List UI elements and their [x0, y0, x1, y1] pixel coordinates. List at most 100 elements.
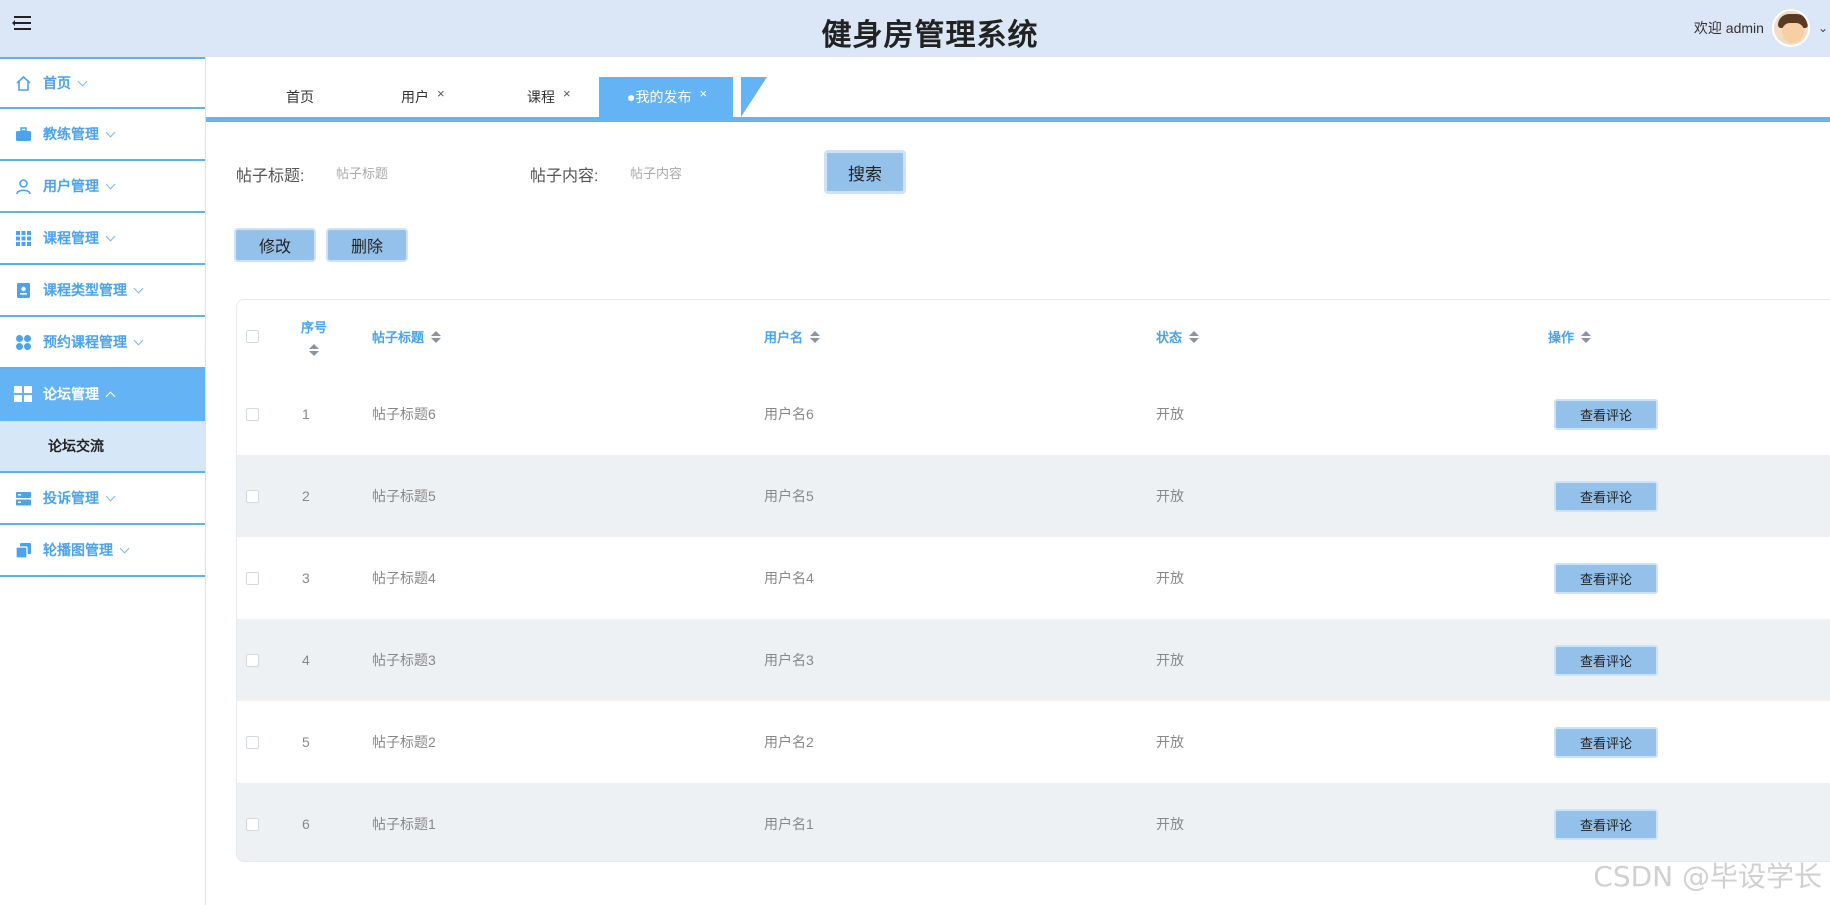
- flower-icon: [14, 333, 32, 351]
- column-header-username[interactable]: 用户名: [764, 300, 821, 373]
- row-checkbox[interactable]: [246, 537, 259, 619]
- cell-title: 帖子标题6: [372, 406, 436, 422]
- cell-username: 用户名5: [764, 488, 814, 504]
- tab-courses[interactable]: 课程 ×: [527, 77, 571, 117]
- sort-icon[interactable]: [1581, 330, 1592, 343]
- cell-title: 帖子标题5: [372, 488, 436, 504]
- cell-title: 帖子标题3: [372, 652, 436, 668]
- row-checkbox[interactable]: [246, 701, 259, 783]
- user-menu[interactable]: 欢迎 admin ⌄: [1694, 8, 1830, 48]
- edit-button[interactable]: 修改: [234, 228, 316, 262]
- tab-home[interactable]: 首页: [286, 77, 314, 117]
- sidebar-item-carousel[interactable]: 轮播图管理: [0, 525, 205, 577]
- cell-username: 用户名2: [764, 734, 814, 750]
- cell-status: 开放: [1156, 570, 1184, 586]
- sidebar-item-forum[interactable]: 论坛管理: [0, 369, 205, 421]
- sidebar-subitem-forum-exchange[interactable]: 论坛交流: [0, 421, 205, 473]
- post-title-label: 帖子标题:: [236, 168, 305, 185]
- cell-action: 查看评论: [1554, 783, 1658, 861]
- cell-action: 查看评论: [1554, 701, 1658, 783]
- sidebar-item-label: 投诉管理: [43, 490, 99, 506]
- sidebar-item-label: 课程管理: [43, 230, 99, 246]
- row-checkbox[interactable]: [246, 783, 259, 861]
- sort-icon[interactable]: [1189, 330, 1200, 343]
- chevron-down-icon: [133, 335, 144, 345]
- user-icon: [14, 177, 32, 195]
- cell-no: 3: [302, 570, 310, 586]
- cell-no: 2: [302, 488, 310, 504]
- table-row: 5 帖子标题2 用户名2 开放 查看评论: [237, 701, 1830, 783]
- delete-button[interactable]: 删除: [326, 228, 408, 262]
- cell-no: 6: [302, 816, 310, 832]
- sidebar-item-users[interactable]: 用户管理: [0, 161, 205, 213]
- search-button[interactable]: 搜索: [824, 150, 906, 194]
- select-all-checkbox[interactable]: [246, 300, 259, 373]
- tab-label: ●我的发布: [627, 89, 692, 105]
- sidebar-item-bookings[interactable]: 预约课程管理: [0, 317, 205, 369]
- sort-icon[interactable]: [309, 344, 319, 356]
- cell-action: 查看评论: [1554, 373, 1658, 455]
- chevron-down-icon[interactable]: ⌄: [1818, 21, 1828, 35]
- close-icon[interactable]: ×: [563, 86, 571, 101]
- post-content-input[interactable]: [630, 158, 790, 188]
- tab-active-tail: [741, 77, 767, 117]
- row-checkbox[interactable]: [246, 619, 259, 701]
- cell-no: 5: [302, 734, 310, 750]
- posts-table: 序号 帖子标题 用户名 状态 操作 1 帖子标题6 用户名6 开放 查看评论 2…: [236, 299, 1830, 862]
- table-header: 序号 帖子标题 用户名 状态 操作: [237, 300, 1830, 373]
- sidebar-item-label: 课程类型管理: [43, 282, 127, 298]
- sort-icon[interactable]: [431, 330, 442, 343]
- chevron-down-icon: [105, 127, 116, 137]
- view-comments-button[interactable]: 查看评论: [1554, 644, 1658, 676]
- sidebar-item-coach[interactable]: 教练管理: [0, 109, 205, 161]
- view-comments-button[interactable]: 查看评论: [1554, 398, 1658, 430]
- grid-icon: [14, 229, 32, 247]
- cell-action: 查看评论: [1554, 455, 1658, 537]
- chevron-down-icon: [105, 491, 116, 501]
- tab-users[interactable]: 用户 ×: [401, 77, 445, 117]
- server-icon: [14, 489, 32, 507]
- table-row: 2 帖子标题5 用户名5 开放 查看评论: [237, 455, 1830, 537]
- sidebar-item-label: 教练管理: [43, 126, 99, 142]
- close-icon[interactable]: ×: [437, 86, 445, 101]
- tab-label: 首页: [286, 89, 314, 105]
- chevron-down-icon: [105, 179, 116, 189]
- sidebar: 首页 教练管理 用户管理 课程管理 课程类型管理 预约课程管理 论坛管理 论坛交…: [0, 57, 206, 905]
- top-header: 健身房管理系统 欢迎 admin ⌄: [0, 0, 1830, 57]
- cell-status: 开放: [1156, 406, 1184, 422]
- sidebar-item-courses[interactable]: 课程管理: [0, 213, 205, 265]
- copy-icon: [14, 541, 32, 559]
- cell-status: 开放: [1156, 734, 1184, 750]
- sidebar-item-course-types[interactable]: 课程类型管理: [0, 265, 205, 317]
- app-title: 健身房管理系统: [821, 19, 1039, 52]
- column-header-no[interactable]: 序号: [301, 300, 327, 373]
- table-row: 4 帖子标题3 用户名3 开放 查看评论: [237, 619, 1830, 701]
- cell-title: 帖子标题2: [372, 734, 436, 750]
- column-header-actions[interactable]: 操作: [1548, 300, 1592, 373]
- watermark: CSDN @毕设学长: [1593, 860, 1822, 893]
- cell-no: 4: [302, 652, 310, 668]
- column-header-title[interactable]: 帖子标题: [372, 300, 442, 373]
- row-checkbox[interactable]: [246, 455, 259, 537]
- row-checkbox[interactable]: [246, 373, 259, 455]
- post-content-label: 帖子内容:: [530, 168, 599, 185]
- view-comments-button[interactable]: 查看评论: [1554, 726, 1658, 758]
- avatar[interactable]: [1771, 9, 1810, 47]
- column-header-status[interactable]: 状态: [1156, 300, 1200, 373]
- sidebar-item-complaints[interactable]: 投诉管理: [0, 473, 205, 525]
- tab-my-posts[interactable]: ●我的发布 ×: [599, 77, 734, 117]
- cell-title: 帖子标题1: [372, 816, 436, 832]
- view-comments-button[interactable]: 查看评论: [1554, 808, 1658, 840]
- cell-status: 开放: [1156, 816, 1184, 832]
- sidebar-item-label: 首页: [43, 75, 71, 91]
- sidebar-item-label: 用户管理: [43, 178, 99, 194]
- view-comments-button[interactable]: 查看评论: [1554, 562, 1658, 594]
- sidebar-item-home[interactable]: 首页: [0, 57, 205, 109]
- table-row: 1 帖子标题6 用户名6 开放 查看评论: [237, 373, 1830, 455]
- cell-username: 用户名4: [764, 570, 814, 586]
- close-icon[interactable]: ×: [699, 86, 707, 101]
- home-icon: [14, 74, 32, 92]
- post-title-input[interactable]: [336, 158, 496, 188]
- view-comments-button[interactable]: 查看评论: [1554, 480, 1658, 512]
- sort-icon[interactable]: [810, 330, 821, 343]
